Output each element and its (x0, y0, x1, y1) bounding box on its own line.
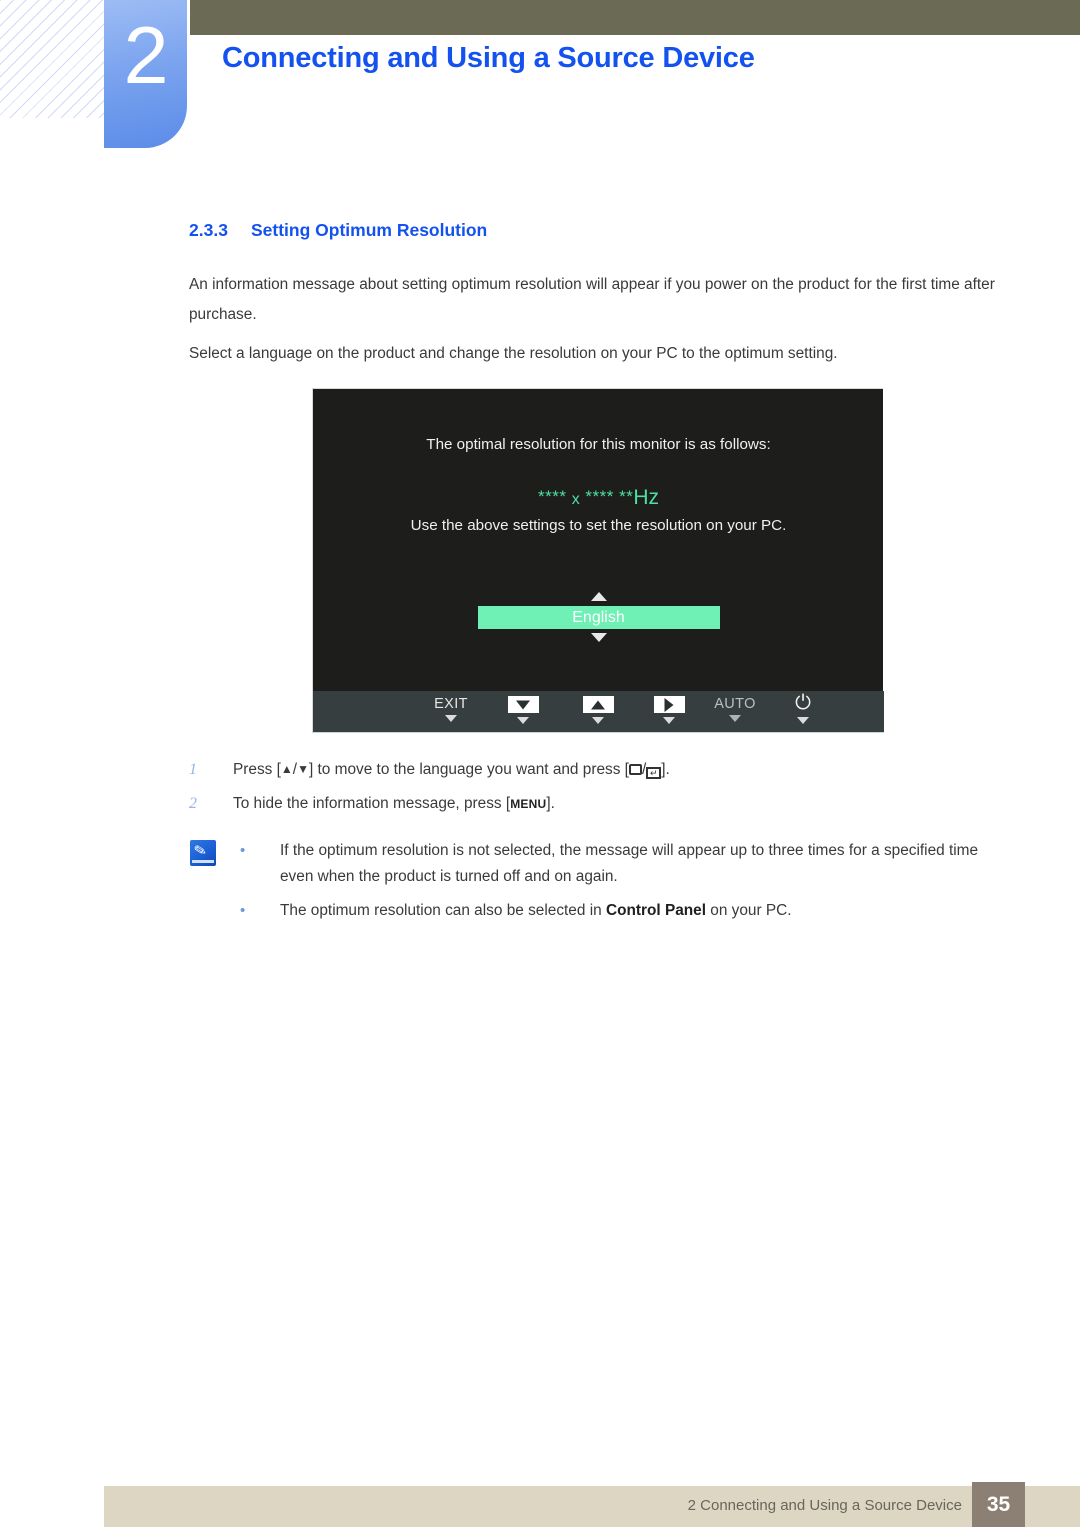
bullet-icon: • (240, 902, 246, 919)
instruction-step-1: 1 Press [▲/▼] to move to the language yo… (189, 757, 989, 783)
osd-message-line-1: The optimal resolution for this monitor … (426, 436, 771, 453)
button-position-marker (517, 717, 529, 724)
header-olive-bar (190, 0, 1080, 35)
note-item-emphasis: Control Panel (605, 902, 706, 919)
osd-language-selected[interactable]: English (477, 606, 720, 629)
up-arrow-icon (582, 696, 614, 713)
down-arrow-icon (507, 696, 539, 713)
osd-resolution-x: x (571, 491, 581, 508)
enter-key-icon: ↵ (646, 767, 662, 779)
step-1-number: 1 (189, 761, 197, 778)
instruction-step-2: 2 To hide the information message, press… (189, 791, 989, 817)
section-number: 2.3.3 (189, 220, 228, 240)
scroll-down-arrow-icon[interactable] (590, 633, 607, 642)
step-1-suffix: ]. (661, 761, 670, 778)
intro-paragraph-2: Select a language on the product and cha… (189, 345, 838, 362)
menu-key-label: MENU (510, 797, 547, 811)
button-position-marker (663, 717, 675, 724)
chapter-title: Connecting and Using a Source Device (222, 42, 755, 74)
step-2-suffix: ]. (546, 795, 555, 812)
up-triangle-icon: ▲ (280, 762, 293, 776)
note-item: • The optimum resolution can also be sel… (236, 898, 1006, 924)
button-position-marker (592, 717, 604, 724)
monitor-button-bar: EXIT AUTO ⏻ (313, 691, 884, 733)
note-pen-icon: ✎ (190, 840, 216, 866)
note-icon-base (192, 860, 214, 863)
source-key-icon (628, 764, 642, 775)
step-1-middle: ] to move to the language you want and p… (308, 761, 629, 778)
note-item-suffix: on your PC. (706, 902, 792, 919)
monitor-button-power[interactable]: ⏻ (761, 691, 845, 733)
osd-resolution-width: **** (538, 487, 572, 506)
osd-resolution-unit: Hz (633, 486, 659, 509)
monitor-osd-figure: The optimal resolution for this monitor … (312, 388, 884, 733)
page-number-badge: 35 (972, 1482, 1025, 1527)
step-1-text: Press [▲/▼] to move to the language you … (233, 757, 989, 783)
osd-language-selector[interactable]: English (313, 592, 884, 642)
step-2-number: 2 (189, 795, 197, 812)
intro-paragraph-1: An information message about setting opt… (189, 276, 995, 323)
button-position-marker (797, 717, 809, 724)
chapter-header: 2 Connecting and Using a Source Device (0, 0, 1080, 160)
section-heading: 2.3.3 Setting Optimum Resolution (189, 220, 487, 241)
note-item: • If the optimum resolution is not selec… (236, 838, 1006, 890)
step-2-prefix: To hide the information message, press [ (233, 795, 511, 812)
note-pen-glyph: ✎ (192, 841, 209, 861)
note-item-text: If the optimum resolution is not selecte… (280, 842, 979, 885)
chapter-number-tab: 2 (104, 0, 187, 148)
osd-message-line-2: Use the above settings to set the resolu… (410, 517, 787, 534)
button-position-marker (729, 715, 741, 722)
osd-resolution-height: **** ** (580, 487, 634, 506)
footer-chapter-label: 2 Connecting and Using a Source Device (687, 1497, 962, 1514)
bullet-icon: • (240, 842, 246, 859)
power-icon: ⏻ (795, 692, 811, 714)
section-title: Setting Optimum Resolution (251, 220, 488, 240)
note-item-prefix: The optimum resolution can also be selec… (280, 902, 606, 919)
chapter-number: 2 (123, 11, 168, 101)
step-1-prefix: Press [ (233, 761, 281, 778)
scroll-up-arrow-icon[interactable] (590, 592, 607, 601)
button-position-marker (445, 715, 457, 722)
right-arrow-icon (653, 696, 685, 713)
page-footer: 2 Connecting and Using a Source Device 3… (104, 1482, 1080, 1527)
osd-resolution-value: **** x **** **Hz (313, 486, 884, 510)
down-triangle-icon: ▼ (297, 762, 309, 776)
note-list: • If the optimum resolution is not selec… (236, 838, 1006, 932)
monitor-button-down[interactable] (481, 691, 565, 733)
step-2-text: To hide the information message, press [… (233, 791, 989, 817)
